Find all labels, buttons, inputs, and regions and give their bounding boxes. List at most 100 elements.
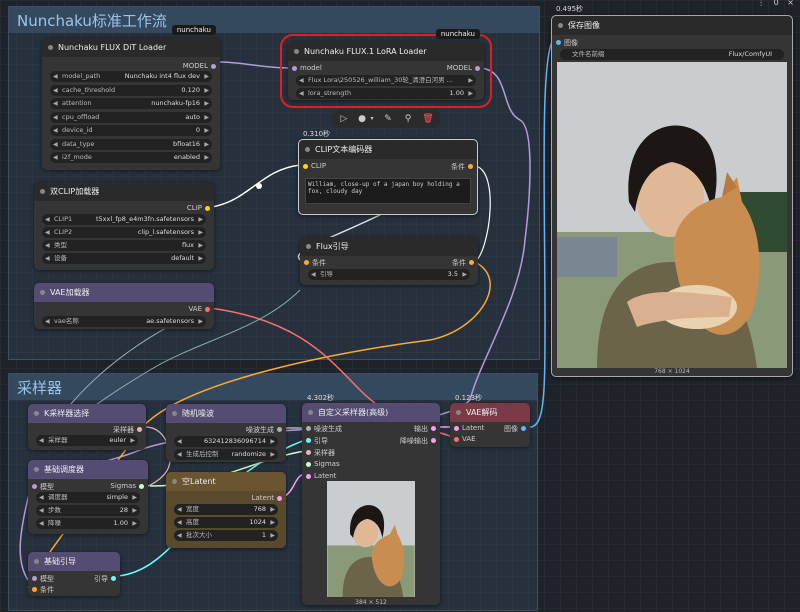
model-input[interactable]: 模型 xyxy=(32,574,54,584)
filename-prefix-input[interactable]: 文件名前缀 Flux/ComfyUI xyxy=(560,49,784,60)
widget-步数[interactable]: ◀ 步数 28 ▶ xyxy=(36,505,140,516)
node-save-image[interactable]: 保存图像 图像 文件名前缀 Flux/ComfyUI 768 × 1024 xyxy=(551,15,793,377)
sigmas-input[interactable]: Sigmas xyxy=(306,460,340,468)
widget-高度[interactable]: ◀ 高度 1024 ▶ xyxy=(174,517,278,528)
clip-output[interactable]: CLIP xyxy=(187,204,210,212)
widget-类型[interactable]: ◀ 类型 flux ▶ xyxy=(42,240,206,251)
widget-clip2[interactable]: ◀ CLIP2 clip_l.safetensors ▶ xyxy=(42,227,206,238)
lora-name-select[interactable]: ◀ Flux Lora\250526_william_30轮_清澄白河男 ... ▶ xyxy=(296,75,476,86)
conditioning-output[interactable]: 条件 xyxy=(452,258,474,268)
node-title[interactable]: Nunchaku FLUX.1 LoRA Loader xyxy=(288,42,484,61)
vae-name-select[interactable]: ◀ vae名称 ae.safetensors ▶ xyxy=(42,316,206,327)
arrow-right-icon[interactable]: ▶ xyxy=(132,492,137,503)
noise-input[interactable]: 噪波生成 xyxy=(306,424,342,434)
prompt-textarea[interactable]: William, close-up of a japan boy holding… xyxy=(305,178,471,204)
arrow-right-icon[interactable]: ▶ xyxy=(204,125,209,136)
image-input[interactable]: 图像 xyxy=(556,38,578,48)
output-latent[interactable]: 输出 xyxy=(414,424,436,434)
arrow-left-icon[interactable]: ◀ xyxy=(53,85,58,96)
arrow-left-icon[interactable]: ◀ xyxy=(39,505,44,516)
latent-input[interactable]: Latent xyxy=(306,472,336,480)
guidance-input[interactable]: ◀ 引导 3.5 ▶ xyxy=(308,269,470,280)
widget-降噪[interactable]: ◀ 降噪 1.00 ▶ xyxy=(36,518,140,529)
arrow-right-icon[interactable]: ▶ xyxy=(204,112,209,123)
arrow-left-icon[interactable]: ◀ xyxy=(177,517,182,528)
control-after-generate[interactable]: ◀ 生成后控制 randomize ▶ xyxy=(174,449,278,460)
node-basic-guider[interactable]: 基础引导 模型 条件 引导 xyxy=(28,552,120,596)
widget-cpu_offload[interactable]: ◀ cpu_offload auto ▶ xyxy=(50,111,212,123)
node-dual-clip-loader[interactable]: 双CLIP加载器 CLIP ◀ CLIP1 t5xxl_fp8_e4m3fn.saf… xyxy=(34,182,214,270)
arrow-right-icon[interactable]: ▶ xyxy=(132,505,137,516)
image-output[interactable]: 图像 xyxy=(504,424,526,434)
widget-clip1[interactable]: ◀ CLIP1 t5xxl_fp8_e4m3fn.safetensors ▶ xyxy=(42,214,206,225)
model-input[interactable]: model xyxy=(292,64,322,72)
node-empty-latent[interactable]: 空Latent Latent ◀ 宽度 768 ▶ ◀ 高度 1024 ▶ ◀ 批次大小 1 ▶ xyxy=(166,472,286,548)
arrow-left-icon[interactable]: ◀ xyxy=(177,504,182,515)
node-title[interactable]: Nunchaku FLUX DiT Loader xyxy=(42,38,220,57)
arrow-left-icon[interactable]: ◀ xyxy=(39,492,44,503)
sampler-input[interactable]: 采样器 xyxy=(306,448,335,458)
conditioning-input[interactable]: 条件 xyxy=(32,585,54,595)
widget-data_type[interactable]: ◀ data_type bfloat16 ▶ xyxy=(50,138,212,150)
arrow-right-icon[interactable]: ▶ xyxy=(198,240,203,251)
node-title[interactable]: 基础引导 xyxy=(28,552,120,571)
widget-宽度[interactable]: ◀ 宽度 768 ▶ xyxy=(174,504,278,515)
top-right-controls[interactable]: ⋮ 0 × xyxy=(757,0,794,7)
node-sampler-custom-advanced[interactable]: 自定义采样器(高级) 噪波生成 引导 采样器 Sigmas Latent 输出 … xyxy=(302,403,440,606)
widget-cache_threshold[interactable]: ◀ cache_threshold 0.120 ▶ xyxy=(50,84,212,96)
node-toolbar[interactable]: ▷ ● ▾ ✎ ⚲ 🗑 xyxy=(332,110,440,128)
vae-input[interactable]: VAE xyxy=(454,435,476,443)
trash-icon[interactable]: 🗑 xyxy=(422,113,434,125)
pin-icon[interactable]: ⚲ xyxy=(402,113,414,125)
arrow-left-icon[interactable]: ◀ xyxy=(53,139,58,150)
guider-output[interactable]: 引导 xyxy=(94,574,116,584)
sampler-select[interactable]: ◀ 采样器 euler ▶ xyxy=(36,435,138,446)
widget-调度器[interactable]: ◀ 调度器 simple ▶ xyxy=(36,492,140,503)
widget-attention[interactable]: ◀ attention nunchaku-fp16 ▶ xyxy=(50,98,212,109)
conditioning-output[interactable]: 条件 xyxy=(451,162,473,172)
sampler-output[interactable]: 采样器 xyxy=(113,425,142,435)
arrow-right-icon[interactable]: ▶ xyxy=(270,504,275,515)
noise-output[interactable]: 噪波生成 xyxy=(246,425,282,435)
node-title[interactable]: CLIP文本编码器 xyxy=(299,140,477,159)
arrow-left-icon[interactable]: ◀ xyxy=(53,125,58,136)
arrow-right-icon[interactable]: ▶ xyxy=(204,152,209,163)
node-flux-guidance[interactable]: Flux引导 条件 条件 ◀ 引导 3.5 ▶ xyxy=(300,237,478,285)
widget-device_id[interactable]: ◀ device_id 0 ▶ xyxy=(50,125,212,136)
lora-strength-input[interactable]: ◀ lora_strength 1.00 ▶ xyxy=(296,88,476,99)
chevron-down-icon[interactable]: ▾ xyxy=(366,113,378,125)
node-title[interactable]: 空Latent xyxy=(166,472,286,491)
model-output[interactable]: MODEL xyxy=(447,64,480,72)
close-icon[interactable]: × xyxy=(787,0,794,7)
node-title[interactable]: 随机噪波 xyxy=(166,404,286,423)
arrow-left-icon[interactable]: ◀ xyxy=(45,240,50,251)
arrow-left-icon[interactable]: ◀ xyxy=(45,227,50,238)
arrow-left-icon[interactable]: ◀ xyxy=(45,214,50,225)
node-title[interactable]: VAE加载器 xyxy=(34,283,214,302)
denoised-output[interactable]: 降噪输出 xyxy=(400,436,436,446)
node-title[interactable]: 双CLIP加载器 xyxy=(34,182,214,201)
wand-icon[interactable]: ✎ xyxy=(382,113,394,125)
arrow-right-icon[interactable]: ▶ xyxy=(198,214,203,225)
node-title[interactable]: VAE解码 xyxy=(450,403,530,422)
node-dit-loader[interactable]: nunchaku Nunchaku FLUX DiT Loader MODEL … xyxy=(42,25,220,170)
node-title[interactable]: K采样器选择 xyxy=(28,404,146,423)
more-icon[interactable]: ⋮ xyxy=(757,0,765,7)
node-basic-scheduler[interactable]: 基础调度器 模型 Sigmas ◀ 调度器 simple ▶ ◀ 步数 28 ▶ ◀ 降噪 1.00… xyxy=(28,460,148,534)
preview-image[interactable] xyxy=(327,481,415,597)
arrow-right-icon[interactable]: ▶ xyxy=(270,530,275,541)
node-title[interactable]: 基础调度器 xyxy=(28,460,148,479)
arrow-right-icon[interactable]: ▶ xyxy=(204,85,209,96)
output-image-large[interactable] xyxy=(557,62,787,368)
latent-output[interactable]: Latent xyxy=(252,494,282,502)
latent-input[interactable]: Latent xyxy=(454,424,484,432)
node-vae-loader[interactable]: VAE加载器 VAE ◀ vae名称 ae.safetensors ▶ xyxy=(34,283,214,329)
arrow-right-icon[interactable]: ▶ xyxy=(198,227,203,238)
guider-input[interactable]: 引导 xyxy=(306,436,328,446)
widget-i2f_mode[interactable]: ◀ i2f_mode enabled ▶ xyxy=(50,152,212,163)
arrow-left-icon[interactable]: ◀ xyxy=(53,71,58,82)
arrow-right-icon[interactable]: ▶ xyxy=(204,98,209,109)
arrow-left-icon[interactable]: ◀ xyxy=(53,152,58,163)
clip-input[interactable]: CLIP xyxy=(303,162,326,170)
node-clip-text-encode[interactable]: CLIP文本编码器 CLIP 条件 William, close-up of a… xyxy=(298,139,478,215)
